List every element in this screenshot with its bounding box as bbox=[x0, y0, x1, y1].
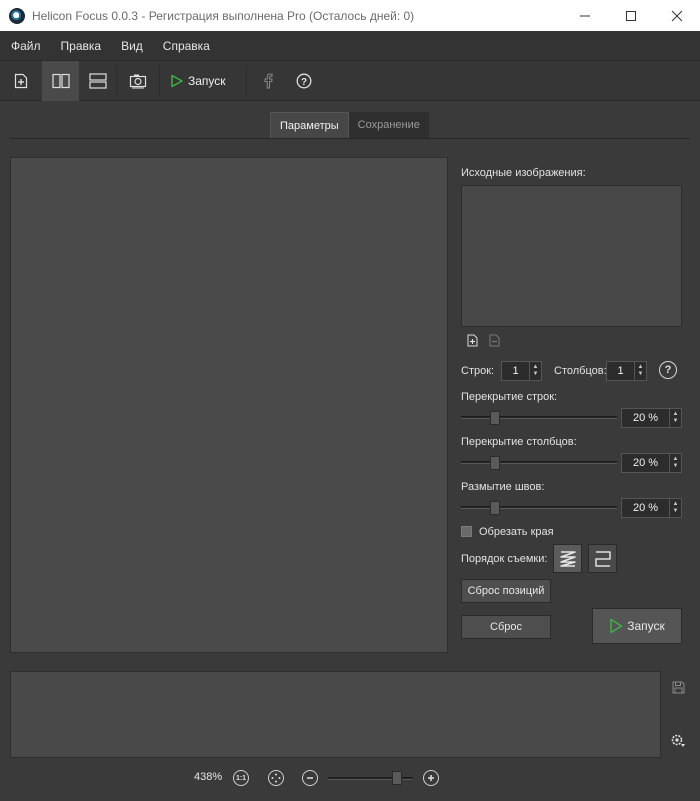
add-image-button[interactable] bbox=[465, 333, 479, 347]
two-columns-button[interactable] bbox=[42, 61, 79, 101]
save-log-button[interactable] bbox=[671, 680, 685, 694]
row-overlap-spinbox[interactable]: 20 % ▲ ▼ bbox=[621, 408, 682, 428]
zoom-in-icon bbox=[428, 775, 434, 781]
close-icon bbox=[671, 10, 683, 21]
zoom-actual-size-button[interactable]: 1:1 bbox=[233, 770, 249, 786]
tab-parameters[interactable]: Параметры bbox=[270, 112, 349, 139]
fit-screen-icon bbox=[271, 773, 281, 783]
minimize-button[interactable] bbox=[562, 0, 608, 31]
zoom-out-icon bbox=[307, 777, 313, 779]
rows-label: Строк: bbox=[461, 365, 495, 377]
window-title: Helicon Focus 0.0.3 - Регистрация выполн… bbox=[32, 8, 415, 23]
zoom-in-button[interactable] bbox=[423, 770, 439, 786]
maximize-button[interactable] bbox=[608, 0, 654, 31]
run-button[interactable]: Запуск bbox=[592, 608, 682, 644]
menu-help[interactable]: Справка bbox=[153, 31, 220, 61]
camera-button[interactable] bbox=[117, 61, 159, 101]
reset-positions-button[interactable]: Сброс позиций bbox=[461, 579, 551, 603]
menu-view[interactable]: Вид bbox=[111, 31, 153, 61]
add-file-button[interactable] bbox=[0, 61, 42, 101]
toolbar: Запуск ? bbox=[0, 61, 700, 101]
rows-value: 1 bbox=[512, 365, 519, 377]
close-button[interactable] bbox=[654, 0, 700, 31]
col-overlap-spinbox[interactable]: 20 % ▲ ▼ bbox=[621, 453, 682, 473]
seam-blur-label: Размытие швов: bbox=[461, 481, 545, 493]
zigzag-order-button[interactable] bbox=[553, 544, 582, 573]
log-settings-button[interactable] bbox=[671, 734, 685, 748]
play-icon bbox=[171, 74, 183, 88]
col-overlap-stepper-arrows[interactable]: ▲ ▼ bbox=[669, 454, 681, 472]
two-columns-icon bbox=[51, 73, 70, 89]
zoom-fit-button[interactable] bbox=[268, 770, 284, 786]
zigzag-order-icon bbox=[559, 550, 576, 567]
facebook-button[interactable] bbox=[247, 61, 289, 101]
snake-order-button[interactable] bbox=[588, 544, 617, 573]
cols-value: 1 bbox=[617, 365, 624, 377]
zoom-out-button[interactable] bbox=[302, 770, 318, 786]
cols-stepper-arrows[interactable]: ▲ ▼ bbox=[634, 362, 646, 380]
tab-divider bbox=[10, 138, 690, 139]
help-icon: ? bbox=[296, 73, 311, 89]
col-overlap-label: Перекрытие столбцов: bbox=[461, 436, 577, 448]
menu-edit[interactable]: Правка bbox=[51, 31, 112, 61]
run-label: Запуск bbox=[627, 619, 665, 633]
row-overlap-slider-track[interactable] bbox=[461, 416, 617, 419]
add-image-icon bbox=[467, 334, 477, 346]
reset-positions-label: Сброс позиций bbox=[467, 585, 545, 597]
actual-size-icon: 1:1 bbox=[235, 774, 247, 782]
crop-edges-label: Обрезать края bbox=[479, 526, 554, 538]
tab-saving[interactable]: Сохранение bbox=[348, 112, 429, 139]
two-rows-icon bbox=[88, 73, 107, 89]
svg-text:?: ? bbox=[300, 77, 306, 88]
zoom-percent: 438% bbox=[194, 771, 223, 783]
shooting-order-label: Порядок съемки: bbox=[461, 553, 548, 565]
cols-spinbox[interactable]: 1 ▲ ▼ bbox=[606, 361, 647, 381]
add-file-icon bbox=[14, 73, 28, 89]
help-icon: ? bbox=[664, 364, 672, 376]
cols-label: Столбцов: bbox=[554, 365, 607, 377]
seam-blur-slider-thumb[interactable] bbox=[490, 501, 501, 515]
menu-file[interactable]: Файл bbox=[0, 31, 51, 61]
tab-bar: Параметры Сохранение bbox=[270, 112, 429, 139]
seam-blur-stepper-arrows[interactable]: ▲ ▼ bbox=[669, 499, 681, 517]
zoom-slider-thumb[interactable] bbox=[391, 771, 402, 785]
title-bar: Helicon Focus 0.0.3 - Регистрация выполн… bbox=[0, 0, 700, 31]
help-grid-button[interactable]: ? bbox=[659, 361, 677, 379]
minimize-icon bbox=[580, 15, 590, 16]
remove-image-button[interactable] bbox=[487, 333, 501, 347]
play-icon bbox=[610, 618, 623, 634]
maximize-icon bbox=[626, 10, 636, 21]
save-icon bbox=[672, 681, 684, 693]
seam-blur-spinbox[interactable]: 20 % ▲ ▼ bbox=[621, 498, 682, 518]
col-overlap-slider-track[interactable] bbox=[461, 461, 617, 464]
snake-order-icon bbox=[594, 550, 611, 567]
two-rows-button[interactable] bbox=[79, 61, 116, 101]
run-toolbar-label: Запуск bbox=[188, 74, 226, 88]
help-toolbar-button[interactable]: ? bbox=[289, 61, 319, 101]
col-overlap-value: 20 % bbox=[632, 457, 659, 469]
rows-stepper-arrows[interactable]: ▲ ▼ bbox=[529, 362, 541, 380]
camera-icon bbox=[129, 74, 147, 89]
run-toolbar-button[interactable]: Запуск bbox=[160, 61, 234, 101]
seam-blur-value: 20 % bbox=[632, 502, 659, 514]
log-panel[interactable] bbox=[10, 671, 661, 758]
reset-label: Сброс bbox=[490, 621, 522, 633]
preview-area[interactable] bbox=[10, 157, 448, 653]
gear-dropdown-icon bbox=[671, 734, 685, 747]
col-overlap-slider-thumb[interactable] bbox=[490, 456, 501, 470]
seam-blur-slider-track[interactable] bbox=[461, 506, 617, 509]
row-overlap-slider-thumb[interactable] bbox=[490, 411, 501, 425]
app-logo-icon bbox=[9, 7, 25, 24]
row-overlap-stepper-arrows[interactable]: ▲ ▼ bbox=[669, 409, 681, 427]
source-images-label: Исходные изображения: bbox=[461, 167, 586, 179]
crop-edges-checkbox[interactable] bbox=[461, 526, 472, 537]
row-overlap-value: 20 % bbox=[632, 412, 659, 424]
source-images-list[interactable] bbox=[461, 185, 682, 327]
rows-spinbox[interactable]: 1 ▲ ▼ bbox=[501, 361, 542, 381]
menu-bar: Файл Правка Вид Справка bbox=[0, 31, 700, 61]
reset-button[interactable]: Сброс bbox=[461, 615, 551, 639]
row-overlap-label: Перекрытие строк: bbox=[461, 391, 558, 403]
facebook-icon bbox=[264, 73, 273, 89]
remove-image-icon bbox=[489, 334, 499, 346]
